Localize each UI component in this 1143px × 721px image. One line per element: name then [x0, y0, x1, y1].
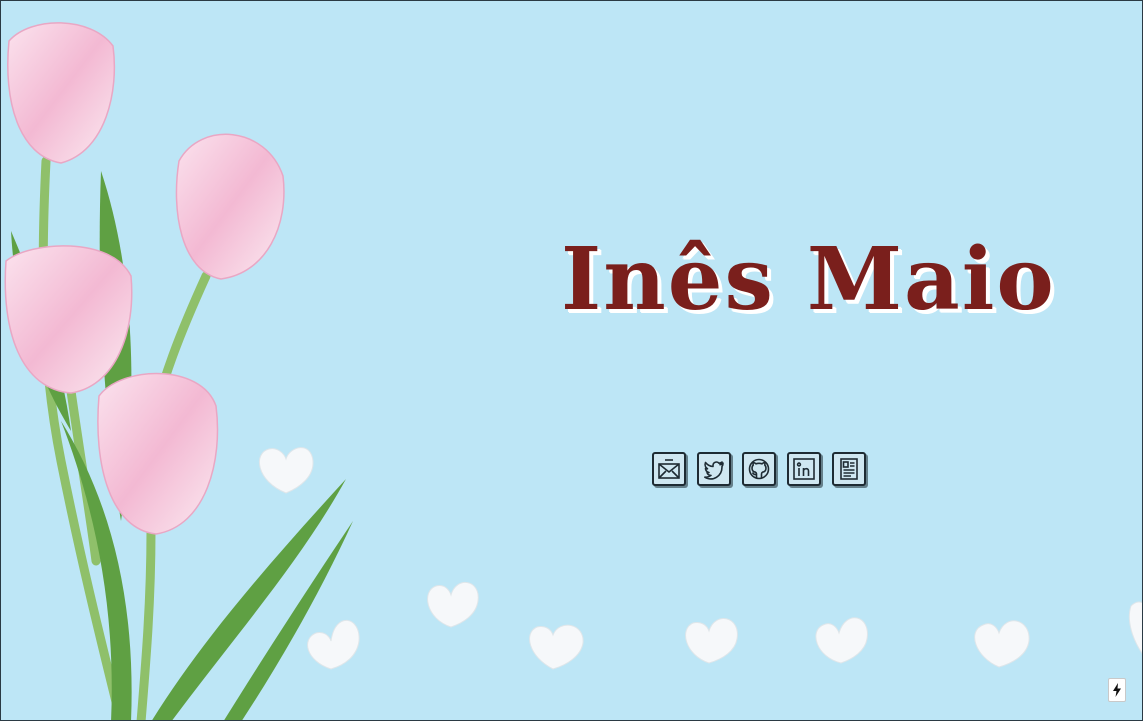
landing-page: Inês Maio	[0, 0, 1143, 721]
resume-icon	[840, 458, 858, 480]
lightning-bolt-icon	[1113, 683, 1121, 697]
twitter-icon	[704, 461, 724, 480]
tulip-background-illustration	[4, 22, 1142, 720]
lightning-badge[interactable]	[1108, 678, 1126, 702]
linkedin-link[interactable]	[787, 452, 821, 486]
twitter-link[interactable]	[697, 452, 731, 486]
email-link[interactable]	[652, 452, 686, 486]
social-links	[652, 452, 866, 486]
github-icon	[748, 458, 770, 480]
resume-link[interactable]	[832, 452, 866, 486]
page-title: Inês Maio	[561, 229, 1056, 330]
email-icon	[658, 459, 680, 479]
github-link[interactable]	[742, 452, 776, 486]
linkedin-icon	[793, 458, 815, 480]
